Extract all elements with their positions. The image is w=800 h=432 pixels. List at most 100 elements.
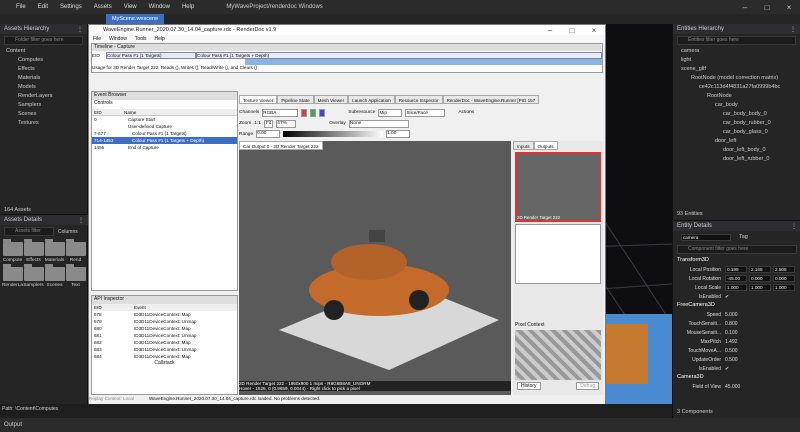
entity-tree-item[interactable]: car_body_rubber_0 <box>677 119 800 128</box>
folder-item[interactable]: Materials <box>44 239 65 263</box>
event-row[interactable]: 7-677 Colour Pass #1 (1 Targets) <box>92 130 237 137</box>
folder-filter-input[interactable]: Folder filter goes here <box>4 36 83 45</box>
minimize-icon[interactable]: – <box>539 26 561 35</box>
history-button[interactable]: History <box>517 382 541 390</box>
folder-item[interactable]: Samplers <box>23 264 44 288</box>
speed-value[interactable]: 5.000 <box>725 312 738 318</box>
timeline-pass1[interactable]: Colour Pass #1 (1 Targets) <box>106 51 196 59</box>
mip-select[interactable]: Mip <box>378 108 403 117</box>
folder-item[interactable]: Effects <box>23 239 44 263</box>
component-filter-input[interactable]: Component filter goes here <box>677 245 797 254</box>
rotation-y[interactable]: 0.000 <box>749 275 771 282</box>
asset-tree-item[interactable]: Materials <box>4 74 87 83</box>
zoom-percent[interactable]: 47% <box>276 119 297 128</box>
folder-item[interactable]: Text <box>65 264 86 288</box>
entity-name-field[interactable]: camera <box>681 233 731 241</box>
event-row[interactable]: User-defined Capture <box>92 123 237 130</box>
outputs-tab[interactable]: Outputs <box>533 141 558 150</box>
zoom-value[interactable]: 1:1 <box>254 121 261 126</box>
renderdoc-tab[interactable]: Pipeline State <box>277 95 314 104</box>
columns-button[interactable]: Columns <box>58 229 78 235</box>
entity-tree-item[interactable]: RootNode (model correction matrix) <box>677 74 800 83</box>
blue-channel-button[interactable] <box>319 108 326 117</box>
renderdoc-menu-item[interactable]: Help <box>151 36 169 42</box>
renderdoc-menu-item[interactable]: Window <box>105 36 131 42</box>
asset-tree-item[interactable]: Computes <box>4 56 87 65</box>
event-row[interactable]: 0 Capture Start <box>92 116 237 123</box>
entities-filter-input[interactable]: Entities filter goes here <box>677 36 796 45</box>
red-channel-button[interactable] <box>301 108 308 117</box>
position-y[interactable]: 2.168 <box>749 266 771 273</box>
touch-move-value[interactable]: 0.500 <box>725 348 738 354</box>
asset-tree-item[interactable]: Content <box>4 47 87 56</box>
max-pitch-value[interactable]: 1.492 <box>725 339 738 345</box>
transform-section[interactable]: Transform3D <box>673 256 800 265</box>
renderdoc-tab[interactable]: Mesh Viewer <box>313 95 349 104</box>
update-order-value[interactable]: 0.500 <box>725 357 738 363</box>
more-icon[interactable]: ⋮ <box>78 217 84 224</box>
entity-tree-item[interactable]: car_body_body_0 <box>677 110 800 119</box>
asset-tree-item[interactable]: RenderLayers <box>4 92 87 101</box>
api-row[interactable]: 684 ID3D11DeviceContext::Map <box>92 353 237 360</box>
event-row[interactable]: 714-1453 Colour Pass #1 (1 Targets + Dept… <box>92 137 237 144</box>
fit-button[interactable]: Fit <box>263 119 274 128</box>
range-min[interactable]: 0.00 <box>256 130 281 138</box>
close-icon[interactable]: × <box>583 26 605 35</box>
menu-assets[interactable]: Assets <box>88 4 118 10</box>
renderdoc-tab[interactable]: Texture Viewer <box>239 95 278 104</box>
renderdoc-menu-item[interactable]: Tools <box>131 36 151 42</box>
entity-tree-item[interactable]: car_body_glass_0 <box>677 128 800 137</box>
tab-scene[interactable]: MyScene.wescene <box>106 14 165 24</box>
asset-tree-item[interactable]: Scenes <box>4 110 87 119</box>
mouse-sens-value[interactable]: 0.100 <box>725 330 738 336</box>
api-eid-column[interactable]: EID <box>94 304 134 311</box>
debug-button[interactable]: Debug <box>576 382 599 390</box>
entity-tree-item[interactable]: camera <box>677 47 800 56</box>
rotation-x[interactable]: -45.00 <box>725 275 747 282</box>
output-label[interactable]: Output <box>4 422 22 428</box>
freecamera-section[interactable]: FreeCamera3D <box>673 301 800 310</box>
output-thumbnail[interactable]: 2D Render Target 222 <box>515 152 601 222</box>
check-icon[interactable]: ✔ <box>725 294 729 300</box>
folder-item[interactable]: RenderLa <box>2 264 23 288</box>
scale-x[interactable]: 1.000 <box>725 284 747 291</box>
api-row[interactable]: 682 ID3D11DeviceContext::Map <box>92 339 237 346</box>
green-channel-button[interactable] <box>310 108 317 117</box>
callstack-label[interactable]: Callstack <box>92 360 237 366</box>
entity-tree-item[interactable]: scene_gltf <box>677 65 800 74</box>
maximize-icon[interactable]: □ <box>756 3 778 12</box>
more-icon[interactable]: ⋮ <box>791 223 797 230</box>
overlay-select[interactable]: None <box>348 119 409 128</box>
more-icon[interactable]: ⋮ <box>77 26 83 33</box>
scale-y[interactable]: 1.000 <box>749 284 771 291</box>
inputs-tab[interactable]: Inputs <box>513 141 534 150</box>
api-row[interactable]: 680 ID3D11DeviceContext::Map <box>92 325 237 332</box>
menu-window[interactable]: Window <box>143 4 176 10</box>
renderdoc-tab[interactable]: RenderDoc - WaveEngine.Runner [PID 157 <box>442 95 540 104</box>
menu-settings[interactable]: Settings <box>54 4 88 10</box>
api-row[interactable]: 681 ID3D11DeviceContext::Unmap <box>92 332 237 339</box>
entity-tree-item[interactable]: light <box>677 56 800 65</box>
renderdoc-menu-item[interactable]: File <box>89 36 105 42</box>
texture-view[interactable]: Car Output 0 - 2D Render Target 222 2D R… <box>239 141 511 395</box>
slice-select[interactable]: Slice/Face <box>405 108 446 117</box>
scale-z[interactable]: 1.000 <box>773 284 795 291</box>
name-column[interactable]: Name <box>124 109 136 115</box>
replay-context[interactable]: Replay Context: Local <box>89 396 149 404</box>
entity-tree-item[interactable]: RootNode <box>677 92 800 101</box>
entity-tree-item[interactable]: door_left_rubber_0 <box>677 155 800 164</box>
api-event-column[interactable]: Event <box>134 304 146 311</box>
channels-select[interactable]: RGBA <box>262 108 299 117</box>
fov-value[interactable]: 45.000 <box>725 384 740 390</box>
asset-tree-item[interactable]: Textures <box>4 119 87 128</box>
position-z[interactable]: 2.508 <box>773 266 795 273</box>
timeline-pass2[interactable]: Colour Pass #1 (1 Targets + Depth) <box>196 51 602 59</box>
entity-tree-item[interactable]: door_left <box>677 137 800 146</box>
folder-item[interactable]: Compute <box>2 239 23 263</box>
camera3d-section[interactable]: Camera3D <box>673 373 800 382</box>
asset-tree-item[interactable]: Models <box>4 83 87 92</box>
entity-tree-item[interactable]: door_left_body_0 <box>677 146 800 155</box>
asset-tree-item[interactable]: Samplers <box>4 101 87 110</box>
timeline[interactable]: Timeline - Capture EID Colour Pass #1 (1… <box>91 43 603 73</box>
range-max[interactable]: 1.00 <box>386 130 411 138</box>
